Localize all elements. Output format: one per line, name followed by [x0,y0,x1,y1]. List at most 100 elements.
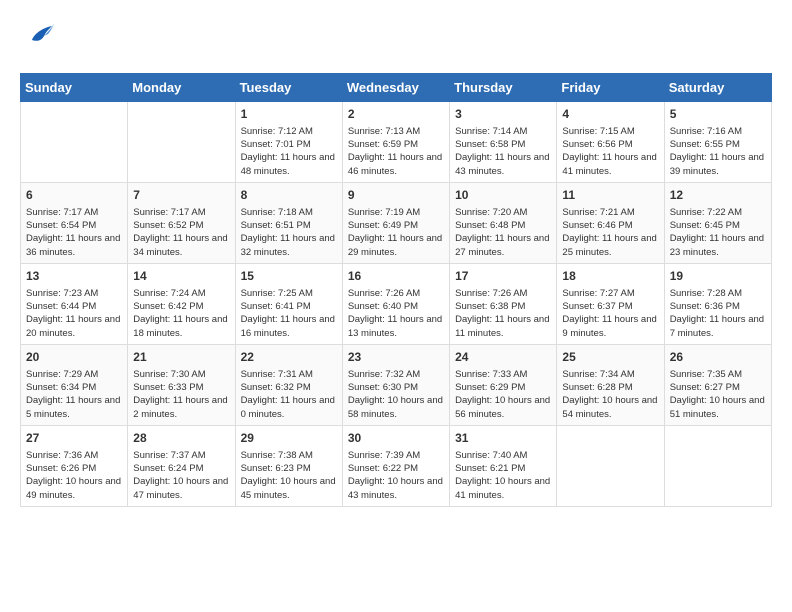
calendar-cell: 15Sunrise: 7:25 AM Sunset: 6:41 PM Dayli… [235,263,342,344]
calendar-cell: 29 Sunrise: 7:38 AM Sunset: 6:23 PM Dayli… [235,425,342,506]
calendar-cell: 8 Sunrise: 7:18 AM Sunset: 6:51 PM Daylig… [235,182,342,263]
day-number: 12 [670,187,766,204]
calendar-cell: 23 Sunrise: 7:32 AM Sunset: 6:30 PM Dayli… [342,344,449,425]
logo [20,20,56,57]
calendar-cell: 25 Sunrise: 7:34 AM Sunset: 6:28 PM Dayli… [557,344,664,425]
calendar-week-3: 13 Sunrise: 7:23 AM Sunset: 6:44 PM Dayli… [21,263,772,344]
day-number: 16 [348,268,444,285]
cell-content: Sunrise: 7:40 AM Sunset: 6:21 PM Dayligh… [455,449,551,502]
cell-content: Sunrise: 7:36 AM Sunset: 6:26 PM Dayligh… [26,449,122,502]
day-number: 21 [133,349,229,366]
day-number: 8 [241,187,337,204]
cell-content: Sunrise: 7:20 AM Sunset: 6:48 PM Dayligh… [455,206,551,259]
day-number: 20 [26,349,122,366]
calendar-cell: 24 Sunrise: 7:33 AM Sunset: 6:29 PM Dayli… [450,344,557,425]
cell-content: Sunrise: 7:14 AM Sunset: 6:58 PM Dayligh… [455,125,551,178]
day-header-wednesday: Wednesday [342,74,449,102]
calendar-cell: 22 Sunrise: 7:31 AM Sunset: 6:32 PM Dayli… [235,344,342,425]
calendar-cell: 11 Sunrise: 7:21 AM Sunset: 6:46 PM Dayli… [557,182,664,263]
calendar-cell: 17Sunrise: 7:26 AM Sunset: 6:38 PM Dayli… [450,263,557,344]
cell-content: Sunrise: 7:19 AM Sunset: 6:49 PM Dayligh… [348,206,444,259]
day-number: 4 [562,106,658,123]
cell-content: Sunrise: 7:25 AM Sunset: 6:41 PM Dayligh… [241,287,337,340]
calendar-cell: 2 Sunrise: 7:13 AM Sunset: 6:59 PM Daylig… [342,102,449,183]
calendar-cell: 5 Sunrise: 7:16 AM Sunset: 6:55 PM Daylig… [664,102,771,183]
day-number: 31 [455,430,551,447]
day-number: 29 [241,430,337,447]
calendar-cell: 9 Sunrise: 7:19 AM Sunset: 6:49 PM Daylig… [342,182,449,263]
calendar-cell: 7 Sunrise: 7:17 AM Sunset: 6:52 PM Daylig… [128,182,235,263]
calendar-cell: 14 Sunrise: 7:24 AM Sunset: 6:42 PM Dayli… [128,263,235,344]
calendar-cell: 16 Sunrise: 7:26 AM Sunset: 6:40 PM Dayli… [342,263,449,344]
calendar-cell: 31 Sunrise: 7:40 AM Sunset: 6:21 PM Dayli… [450,425,557,506]
calendar-week-5: 27 Sunrise: 7:36 AM Sunset: 6:26 PM Dayli… [21,425,772,506]
calendar-cell [664,425,771,506]
day-number: 18 [562,268,658,285]
day-number: 13 [26,268,122,285]
cell-content: Sunrise: 7:34 AM Sunset: 6:28 PM Dayligh… [562,368,658,421]
day-number: 11 [562,187,658,204]
calendar-cell: 13 Sunrise: 7:23 AM Sunset: 6:44 PM Dayli… [21,263,128,344]
calendar-table: SundayMondayTuesdayWednesdayThursdayFrid… [20,73,772,507]
cell-content: Sunrise: 7:17 AM Sunset: 6:54 PM Dayligh… [26,206,122,259]
calendar-cell [128,102,235,183]
cell-content: Sunrise: 7:26 AM Sunset: 6:40 PM Dayligh… [348,287,444,340]
calendar-cell: 30Sunrise: 7:39 AM Sunset: 6:22 PM Dayli… [342,425,449,506]
day-number: 10 [455,187,551,204]
cell-content: Sunrise: 7:16 AM Sunset: 6:55 PM Dayligh… [670,125,766,178]
day-number: 7 [133,187,229,204]
cell-content: Sunrise: 7:26 AM Sunset: 6:38 PM Dayligh… [455,287,551,340]
day-header-tuesday: Tuesday [235,74,342,102]
page-header [20,20,772,57]
cell-content: Sunrise: 7:18 AM Sunset: 6:51 PM Dayligh… [241,206,337,259]
cell-content: Sunrise: 7:32 AM Sunset: 6:30 PM Dayligh… [348,368,444,421]
day-number: 6 [26,187,122,204]
calendar-header-row: SundayMondayTuesdayWednesdayThursdayFrid… [21,74,772,102]
day-number: 28 [133,430,229,447]
day-number: 22 [241,349,337,366]
calendar-cell [557,425,664,506]
day-header-sunday: Sunday [21,74,128,102]
cell-content: Sunrise: 7:28 AM Sunset: 6:36 PM Dayligh… [670,287,766,340]
calendar-cell: 12 Sunrise: 7:22 AM Sunset: 6:45 PM Dayli… [664,182,771,263]
logo-bird-icon [24,20,56,57]
cell-content: Sunrise: 7:13 AM Sunset: 6:59 PM Dayligh… [348,125,444,178]
day-number: 1 [241,106,337,123]
day-number: 27 [26,430,122,447]
day-number: 23 [348,349,444,366]
cell-content: Sunrise: 7:38 AM Sunset: 6:23 PM Dayligh… [241,449,337,502]
day-number: 14 [133,268,229,285]
cell-content: Sunrise: 7:31 AM Sunset: 6:32 PM Dayligh… [241,368,337,421]
cell-content: Sunrise: 7:23 AM Sunset: 6:44 PM Dayligh… [26,287,122,340]
day-number: 9 [348,187,444,204]
day-header-monday: Monday [128,74,235,102]
cell-content: Sunrise: 7:30 AM Sunset: 6:33 PM Dayligh… [133,368,229,421]
calendar-week-2: 6 Sunrise: 7:17 AM Sunset: 6:54 PM Daylig… [21,182,772,263]
calendar-cell: 1Sunrise: 7:12 AM Sunset: 7:01 PM Daylig… [235,102,342,183]
cell-content: Sunrise: 7:21 AM Sunset: 6:46 PM Dayligh… [562,206,658,259]
day-number: 24 [455,349,551,366]
cell-content: Sunrise: 7:33 AM Sunset: 6:29 PM Dayligh… [455,368,551,421]
day-number: 5 [670,106,766,123]
calendar-week-4: 20 Sunrise: 7:29 AM Sunset: 6:34 PM Dayli… [21,344,772,425]
calendar-cell: 10 Sunrise: 7:20 AM Sunset: 6:48 PM Dayli… [450,182,557,263]
day-number: 2 [348,106,444,123]
cell-content: Sunrise: 7:17 AM Sunset: 6:52 PM Dayligh… [133,206,229,259]
cell-content: Sunrise: 7:29 AM Sunset: 6:34 PM Dayligh… [26,368,122,421]
cell-content: Sunrise: 7:15 AM Sunset: 6:56 PM Dayligh… [562,125,658,178]
calendar-cell: 21 Sunrise: 7:30 AM Sunset: 6:33 PM Dayli… [128,344,235,425]
calendar-cell: 27 Sunrise: 7:36 AM Sunset: 6:26 PM Dayli… [21,425,128,506]
day-number: 25 [562,349,658,366]
day-header-friday: Friday [557,74,664,102]
cell-content: Sunrise: 7:35 AM Sunset: 6:27 PM Dayligh… [670,368,766,421]
calendar-cell: 3 Sunrise: 7:14 AM Sunset: 6:58 PM Daylig… [450,102,557,183]
calendar-cell: 18Sunrise: 7:27 AM Sunset: 6:37 PM Dayli… [557,263,664,344]
day-number: 26 [670,349,766,366]
cell-content: Sunrise: 7:37 AM Sunset: 6:24 PM Dayligh… [133,449,229,502]
day-number: 19 [670,268,766,285]
calendar-cell: 4 Sunrise: 7:15 AM Sunset: 6:56 PM Daylig… [557,102,664,183]
cell-content: Sunrise: 7:22 AM Sunset: 6:45 PM Dayligh… [670,206,766,259]
cell-content: Sunrise: 7:24 AM Sunset: 6:42 PM Dayligh… [133,287,229,340]
calendar-cell: 20 Sunrise: 7:29 AM Sunset: 6:34 PM Dayli… [21,344,128,425]
day-number: 3 [455,106,551,123]
